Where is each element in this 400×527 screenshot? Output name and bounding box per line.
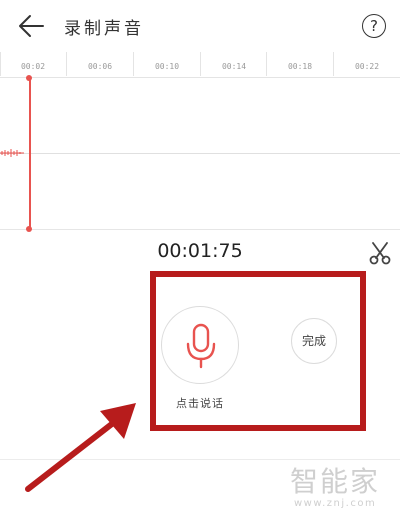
header: 录制声音 ? xyxy=(0,0,400,52)
playhead-top-handle[interactable] xyxy=(26,75,32,81)
timeline-bottom-border xyxy=(0,229,400,230)
page-title: 录制声音 xyxy=(64,19,144,39)
time-ruler: 00:02 00:06 00:10 00:14 00:18 00:22 xyxy=(0,52,400,78)
ruler-tick-label: 00:18 xyxy=(287,62,313,71)
waveform xyxy=(0,149,24,157)
ruler-tick-label: 00:02 xyxy=(20,62,46,71)
record-button-label: 点击说话 xyxy=(176,397,224,410)
ruler-tick xyxy=(0,52,1,76)
waveform-timeline[interactable]: 00:02 00:06 00:10 00:14 00:18 00:22 xyxy=(0,52,400,232)
watermark-text: 智能家 xyxy=(290,465,381,498)
ruler-tick xyxy=(333,52,334,76)
help-icon[interactable]: ? xyxy=(362,14,386,38)
back-arrow-icon[interactable] xyxy=(16,12,46,40)
ruler-tick-label: 00:10 xyxy=(154,62,180,71)
record-button[interactable] xyxy=(161,306,239,384)
ruler-tick xyxy=(66,52,67,76)
annotation-arrow-icon xyxy=(25,403,136,492)
ruler-tick-label: 00:22 xyxy=(354,62,380,71)
scissors-icon[interactable] xyxy=(369,241,391,265)
ruler-tick-label: 00:14 xyxy=(221,62,247,71)
ruler-tick xyxy=(266,52,267,76)
ruler-tick xyxy=(133,52,134,76)
microphone-icon xyxy=(186,323,216,369)
elapsed-time: 00:01:75 xyxy=(157,240,243,262)
ruler-tick-label: 00:06 xyxy=(87,62,113,71)
ruler-tick xyxy=(200,52,201,76)
waveform-baseline xyxy=(0,153,400,154)
playhead[interactable] xyxy=(29,78,31,230)
done-button[interactable]: 完成 xyxy=(291,318,337,364)
watermark-url: www.znj.com xyxy=(294,498,377,509)
watermark: 智能家 www.znj.com xyxy=(290,465,390,510)
playhead-bottom-handle[interactable] xyxy=(26,226,32,232)
